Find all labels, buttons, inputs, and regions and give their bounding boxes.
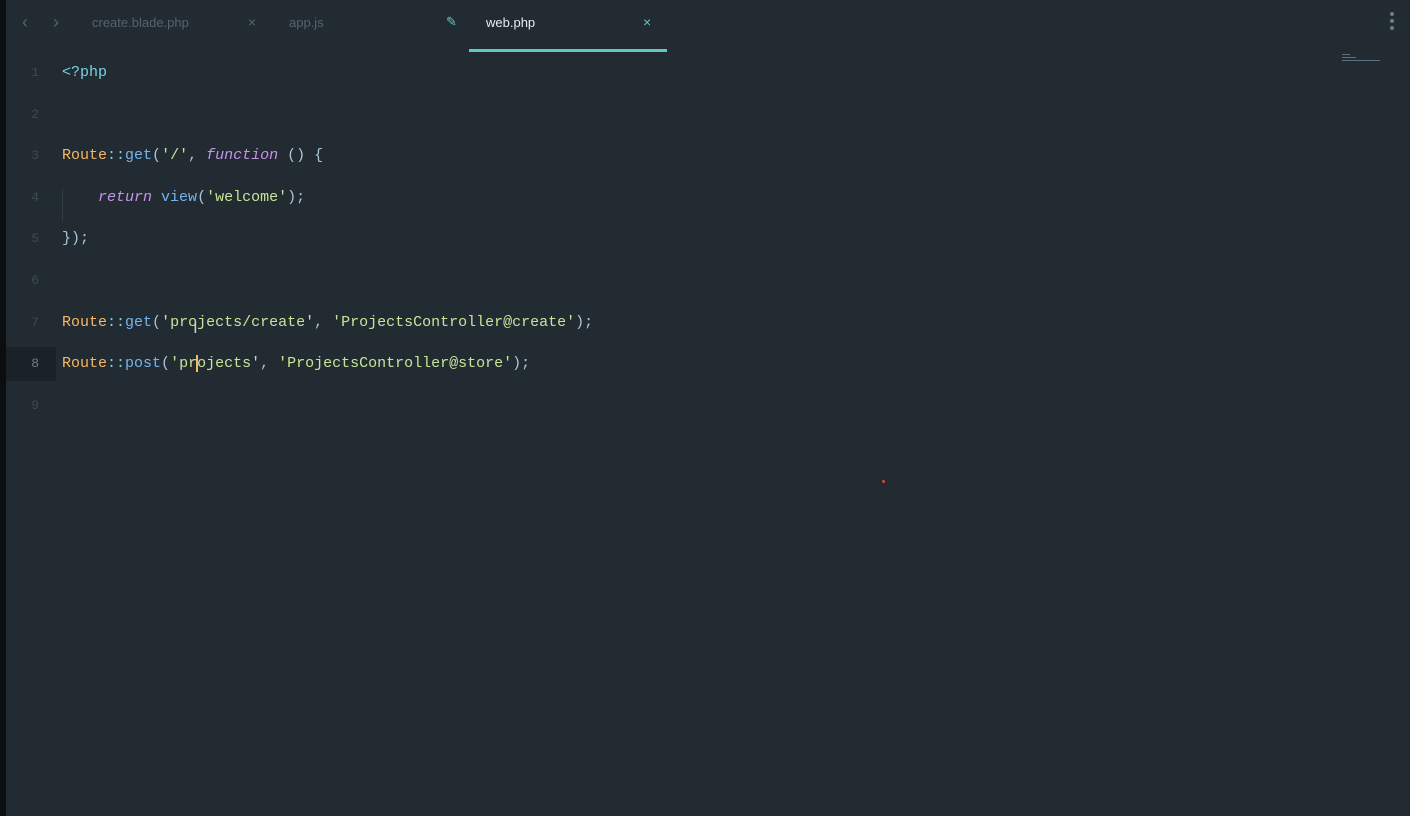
pencil-icon: ✎ — [446, 14, 457, 29]
token-p — [62, 189, 98, 206]
tab-app-js[interactable]: app.js — [274, 0, 464, 50]
token-p: ( — [152, 313, 162, 331]
token-op: :: — [107, 147, 126, 165]
token-str: 'ProjectsController@create' — [332, 313, 576, 331]
tab-label: app.js — [289, 15, 324, 30]
token-kw: return — [98, 188, 153, 206]
line-number: 5 — [31, 231, 39, 247]
tab-create-blade[interactable]: create.blade.php × — [76, 0, 266, 50]
code-line[interactable]: 8 Route::post('projects', 'ProjectsContro… — [6, 347, 1410, 382]
line-number: 8 — [6, 347, 56, 382]
token-str: 'welcome' — [206, 188, 288, 206]
code-line[interactable]: 5}); — [6, 222, 1410, 256]
token-p: , — [314, 313, 333, 331]
token-p — [152, 189, 161, 206]
tab-bar: ‹ › create.blade.php × app.js ✎ web.php … — [6, 0, 1410, 52]
token-cls: Route — [62, 147, 108, 165]
mouse-pointer-dot — [882, 480, 885, 483]
line-number: 3 — [31, 148, 39, 164]
code-line[interactable]: 1 <?php — [6, 56, 1410, 90]
more-options-icon[interactable] — [1390, 12, 1394, 33]
forward-icon[interactable]: › — [53, 12, 59, 33]
token-p: ); — [287, 188, 306, 206]
token-p: ( — [161, 355, 171, 373]
tab-label: web.php — [486, 15, 536, 30]
token-cls: Route — [62, 355, 108, 373]
minimap[interactable] — [1342, 54, 1382, 63]
back-icon[interactable]: ‹ — [22, 12, 28, 33]
token-str: '/' — [161, 147, 189, 165]
code-line[interactable]: 2 — [6, 98, 1410, 132]
line-number: 7 — [31, 314, 39, 330]
code-editor[interactable]: 1 <?php 2 3 Route::get('/', function () {4 r… — [6, 52, 1410, 816]
code-text: }); — [62, 222, 89, 256]
code-text: Route::get('projects/create', 'ProjectsC… — [62, 306, 593, 340]
token-p: ( — [197, 188, 207, 206]
token-cls: Route — [62, 313, 108, 331]
line-number: 6 — [31, 273, 39, 288]
line-number: 4 — [31, 189, 39, 205]
code-text: Route::post('projects', 'ProjectsControl… — [62, 347, 530, 381]
code-line[interactable]: 6 — [6, 264, 1410, 298]
token-str: ojects' — [197, 355, 261, 373]
line-number: 2 — [31, 106, 39, 122]
token-fn: get — [125, 147, 153, 165]
token-fn: get — [125, 313, 153, 331]
token-tag: <?php — [62, 64, 108, 81]
code-line[interactable]: 3 Route::get('/', function () { — [6, 139, 1410, 173]
token-fn: view — [161, 188, 198, 206]
close-icon[interactable]: × — [248, 14, 256, 30]
token-p: , — [260, 355, 279, 373]
token-p: ); — [512, 355, 531, 373]
code-line[interactable]: 4 return view('welcome'); — [6, 181, 1410, 215]
code-line[interactable]: 9 — [6, 389, 1410, 423]
token-p: }); — [62, 230, 90, 248]
tab-web-php[interactable]: web.php × — [469, 0, 667, 52]
code-text: return view('welcome'); — [62, 181, 305, 215]
token-str: 'projects/create' — [161, 313, 315, 331]
token-op: :: — [107, 355, 126, 373]
text-cursor-icon: I — [193, 318, 198, 337]
token-str: 'pr — [170, 355, 198, 373]
close-icon[interactable]: × — [643, 14, 651, 30]
indent-guide — [62, 188, 63, 222]
token-p: , — [188, 147, 207, 165]
token-p: ( — [152, 147, 162, 165]
code-text: Route::get('/', function () { — [62, 139, 323, 173]
token-kw: function — [206, 147, 279, 165]
token-fn: post — [125, 355, 162, 373]
token-str: 'ProjectsController@store' — [278, 355, 513, 373]
token-p: ); — [575, 313, 594, 331]
line-number: 1 — [31, 65, 39, 80]
code-line[interactable]: 7 Route::get('projects/create', 'Projects… — [6, 306, 1410, 340]
line-number: 9 — [31, 397, 39, 413]
token-p: () { — [278, 147, 324, 165]
token-op: :: — [107, 313, 126, 331]
tab-label: create.blade.php — [92, 15, 189, 30]
code-text: <?php — [62, 56, 107, 90]
